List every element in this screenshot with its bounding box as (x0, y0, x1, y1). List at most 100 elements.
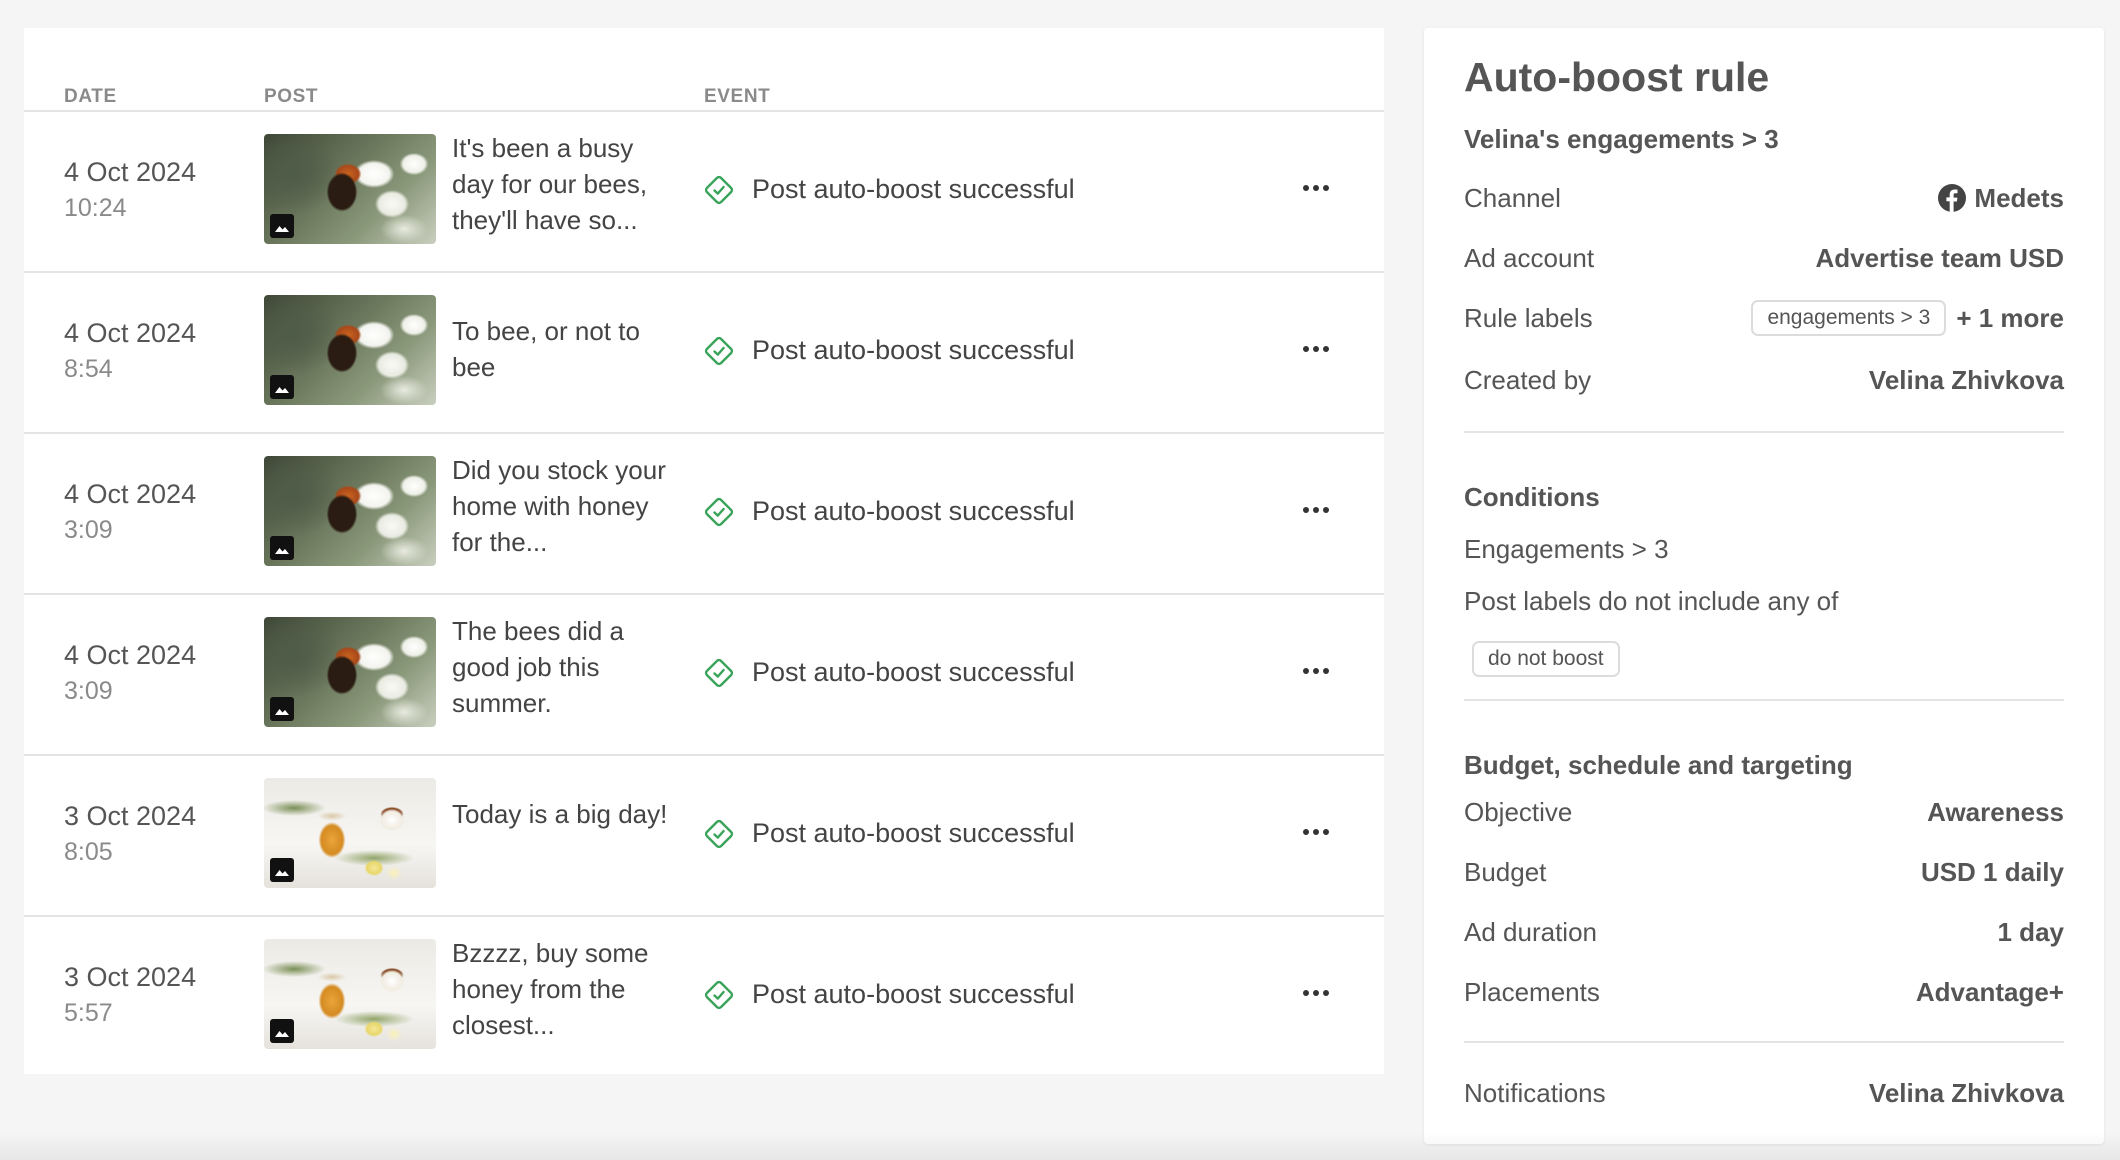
placements-value: Advantage+ (1915, 976, 2064, 1007)
dot (1313, 990, 1319, 996)
image-icon (270, 697, 294, 721)
image-icon (270, 375, 294, 399)
event-cell: Post auto-boost successful (704, 818, 1075, 849)
divider (1464, 699, 2064, 701)
post-text[interactable]: It's been a busy day for our bees, they'… (452, 130, 682, 238)
dot (1313, 668, 1319, 674)
created-by-label: Created by (1464, 364, 1592, 395)
dot (1313, 507, 1319, 513)
post-time: 10:24 (64, 194, 127, 222)
auto-boost-rule-panel: Auto-boost rule Velina's engagements > 3… (1424, 28, 2104, 1144)
event-text: Post auto-boost successful (752, 174, 1075, 204)
conditions-title: Conditions (1464, 482, 1600, 512)
column-header-post[interactable]: POST (264, 86, 318, 108)
dot (1303, 507, 1309, 513)
event-cell: Post auto-boost successful (704, 979, 1075, 1010)
post-thumbnail[interactable] (264, 295, 436, 405)
objective-label: Objective (1464, 796, 1573, 827)
post-time: 5:57 (64, 999, 113, 1027)
date-cell: 4 Oct 2024 10:24 (64, 154, 196, 226)
objective-value: Awareness (1927, 796, 2064, 827)
post-date: 4 Oct 2024 (64, 479, 197, 509)
dot (1313, 185, 1319, 191)
table-header: DATE POST EVENT (24, 28, 1384, 112)
dot (1323, 507, 1329, 513)
more-options-button[interactable] (1294, 651, 1338, 691)
channel-value[interactable]: Medets (1938, 183, 2064, 214)
placements-label: Placements (1464, 976, 1600, 1007)
post-thumbnail[interactable] (264, 778, 436, 888)
table-row[interactable]: 4 Oct 2024 8:54 To bee, or not to bee Po… (24, 273, 1384, 434)
dot (1323, 185, 1329, 191)
ad-duration-label: Ad duration (1464, 916, 1597, 947)
bottom-shade (0, 1132, 2120, 1160)
event-text: Post auto-boost successful (752, 657, 1075, 687)
post-thumbnail[interactable] (264, 134, 436, 244)
placements-row: Placements Advantage+ (1464, 972, 2064, 1012)
event-text: Post auto-boost successful (752, 335, 1075, 365)
rule-label-chip[interactable]: engagements > 3 (1751, 300, 1947, 336)
post-text[interactable]: Did you stock your home with honey for t… (452, 452, 682, 560)
date-cell: 3 Oct 2024 8:05 (64, 798, 196, 870)
do-not-boost-chip[interactable]: do not boost (1472, 641, 1620, 677)
dot (1323, 990, 1329, 996)
event-text: Post auto-boost successful (752, 818, 1075, 848)
post-text[interactable]: Bzzzz, buy some honey from the closest..… (452, 935, 682, 1043)
condition-engagements: Engagements > 3 (1464, 534, 1669, 564)
image-icon (270, 1019, 294, 1043)
more-options-button[interactable] (1294, 973, 1338, 1013)
ad-account-value: Advertise team USD (1815, 242, 2064, 273)
divider (1464, 431, 2064, 433)
image-icon (270, 536, 294, 560)
more-options-button[interactable] (1294, 490, 1338, 530)
notifications-label: Notifications (1464, 1077, 1606, 1108)
boost-success-icon (704, 175, 734, 204)
budget-value: USD 1 daily (1920, 856, 2064, 887)
more-options-button[interactable] (1294, 329, 1338, 369)
dot (1303, 346, 1309, 352)
event-text: Post auto-boost successful (752, 496, 1075, 526)
rule-subtitle: Velina's engagements > 3 (1464, 124, 1779, 154)
budget-section-title: Budget, schedule and targeting (1464, 750, 1853, 780)
rule-labels-row: Rule labels engagements > 3 + 1 more (1464, 298, 2064, 338)
post-text[interactable]: The bees did a good job this summer. (452, 613, 682, 721)
post-time: 8:54 (64, 355, 113, 383)
condition-post-labels: Post labels do not include any of (1464, 586, 1839, 616)
rule-labels-label: Rule labels (1464, 302, 1593, 333)
dot (1303, 990, 1309, 996)
channel-label: Channel (1464, 182, 1561, 213)
table-row[interactable]: 4 Oct 2024 10:24 It's been a busy day fo… (24, 112, 1384, 273)
dot (1323, 668, 1329, 674)
channel-name: Medets (1974, 182, 2064, 213)
image-icon (270, 214, 294, 238)
table-row[interactable]: 3 Oct 2024 5:57 Bzzzz, buy some honey fr… (24, 917, 1384, 1078)
budget-label: Budget (1464, 856, 1547, 887)
column-header-event[interactable]: EVENT (704, 86, 770, 108)
dot (1313, 829, 1319, 835)
post-thumbnail[interactable] (264, 456, 436, 566)
boost-success-icon (704, 980, 734, 1009)
table-row[interactable]: 4 Oct 2024 3:09 The bees did a good job … (24, 595, 1384, 756)
objective-row: Objective Awareness (1464, 792, 2064, 832)
created-by-row: Created by Velina Zhivkova (1464, 360, 2064, 400)
table-body: 4 Oct 2024 10:24 It's been a busy day fo… (24, 112, 1384, 1078)
more-labels-link[interactable]: + 1 more (1956, 303, 2064, 334)
table-row[interactable]: 4 Oct 2024 3:09 Did you stock your home … (24, 434, 1384, 595)
table-row[interactable]: 3 Oct 2024 8:05 Today is a big day! Post… (24, 756, 1384, 917)
post-date: 4 Oct 2024 (64, 318, 197, 348)
post-thumbnail[interactable] (264, 617, 436, 727)
budget-row: Budget USD 1 daily (1464, 852, 2064, 892)
column-header-date[interactable]: DATE (64, 86, 117, 108)
more-options-button[interactable] (1294, 812, 1338, 852)
more-options-button[interactable] (1294, 168, 1338, 208)
rule-labels-value: engagements > 3 + 1 more (1751, 300, 2064, 336)
ad-account-row: Ad account Advertise team USD (1464, 238, 2064, 278)
boost-success-icon (704, 658, 734, 687)
post-text[interactable]: Today is a big day! (452, 796, 682, 832)
dot (1303, 185, 1309, 191)
event-cell: Post auto-boost successful (704, 657, 1075, 688)
dot (1323, 829, 1329, 835)
post-text[interactable]: To bee, or not to bee (452, 313, 682, 385)
post-thumbnail[interactable] (264, 939, 436, 1049)
dot (1303, 668, 1309, 674)
